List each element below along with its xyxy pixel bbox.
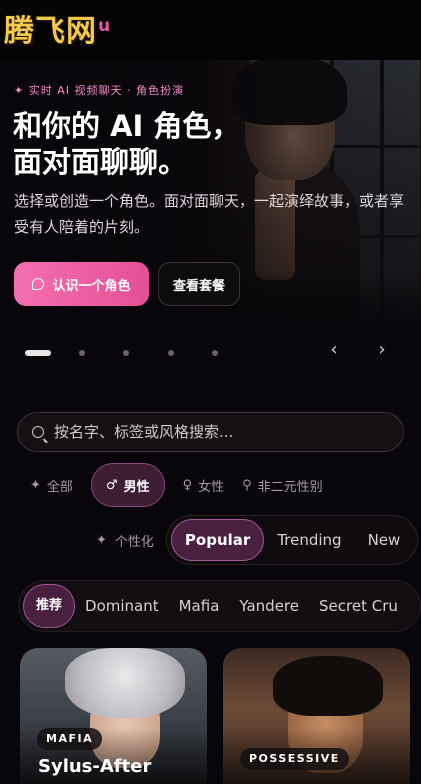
- gender-filter: ✦ 全部 ♂ 男性 ♀ 女性 ⚲ 非二元性别: [30, 462, 341, 508]
- hero-banner: u 腾飞网 ✦ 实时 AI 视频聊天 · 角色扮演 和你的 AI 角色， 面对面…: [0, 0, 421, 330]
- sparkle-icon: ✦: [96, 532, 107, 548]
- personalize-toggle[interactable]: ✦ 个性化: [96, 531, 154, 550]
- chevron-right-icon[interactable]: ›: [372, 340, 392, 360]
- tag-filter[interactable]: 推荐 Dominant Mafia Yandere Secret Cru: [18, 580, 421, 632]
- carousel-dot-1[interactable]: [25, 350, 51, 356]
- sort-segmented-control: Popular Trending New: [165, 515, 419, 565]
- sort-trending[interactable]: Trending: [264, 531, 354, 549]
- filter-all[interactable]: ✦ 全部: [30, 476, 73, 495]
- hero-description: 选择或创造一个角色。面对面聊天，一起演绎故事，或者享受有人陪着的片刻。: [14, 192, 405, 236]
- sort-popular[interactable]: Popular: [170, 519, 265, 561]
- top-bar: u 腾飞网: [0, 0, 421, 60]
- nonbinary-icon: ⚲: [242, 477, 252, 493]
- filter-nonbinary[interactable]: ⚲ 非二元性别: [242, 476, 323, 495]
- chevron-left-icon[interactable]: ‹: [324, 340, 344, 360]
- hero-headline: 和你的 AI 角色， 面对面聊聊。: [13, 109, 241, 179]
- tag-dominant[interactable]: Dominant: [75, 597, 169, 615]
- tag-secret-crush[interactable]: Secret Cru: [309, 597, 408, 615]
- sort-new[interactable]: New: [355, 531, 414, 549]
- character-card[interactable]: MAFIA Sylus-After: [20, 648, 207, 784]
- tag-mafia[interactable]: Mafia: [169, 597, 230, 615]
- tag-yandere[interactable]: Yandere: [229, 597, 309, 615]
- filter-female[interactable]: ♀ 女性: [183, 476, 225, 495]
- hero-eyebrow: ✦ 实时 AI 视频聊天 · 角色扮演: [14, 84, 184, 97]
- meet-character-button[interactable]: 认识一个角色: [14, 262, 149, 306]
- chat-bubble-icon: [32, 278, 45, 290]
- carousel-dot-4[interactable]: [168, 350, 174, 356]
- sparkle-icon: ✦: [30, 477, 41, 493]
- carousel-dot-3[interactable]: [123, 350, 129, 356]
- sort-filter: ✦ 个性化 Popular Trending New: [96, 515, 419, 565]
- card-tag-badge: MAFIA: [37, 728, 103, 750]
- carousel-dot-5[interactable]: [212, 350, 218, 356]
- view-plans-button[interactable]: 查看套餐: [158, 262, 240, 306]
- filter-male[interactable]: ♂ 男性: [90, 463, 165, 507]
- brand-logo[interactable]: u: [98, 16, 110, 36]
- card-tag-badge: POSSESSIVE: [240, 748, 349, 770]
- card-title: Sylus-After: [38, 756, 152, 777]
- search-icon: [32, 426, 44, 438]
- tag-recommended[interactable]: 推荐: [23, 584, 76, 628]
- carousel-dot-2[interactable]: [79, 350, 85, 356]
- watermark: 腾飞网: [4, 14, 97, 49]
- character-card[interactable]: POSSESSIVE: [223, 648, 410, 784]
- search-input[interactable]: [54, 423, 374, 441]
- search-bar[interactable]: [17, 412, 404, 452]
- female-icon: ♀: [182, 477, 193, 493]
- male-icon: ♂: [105, 477, 118, 493]
